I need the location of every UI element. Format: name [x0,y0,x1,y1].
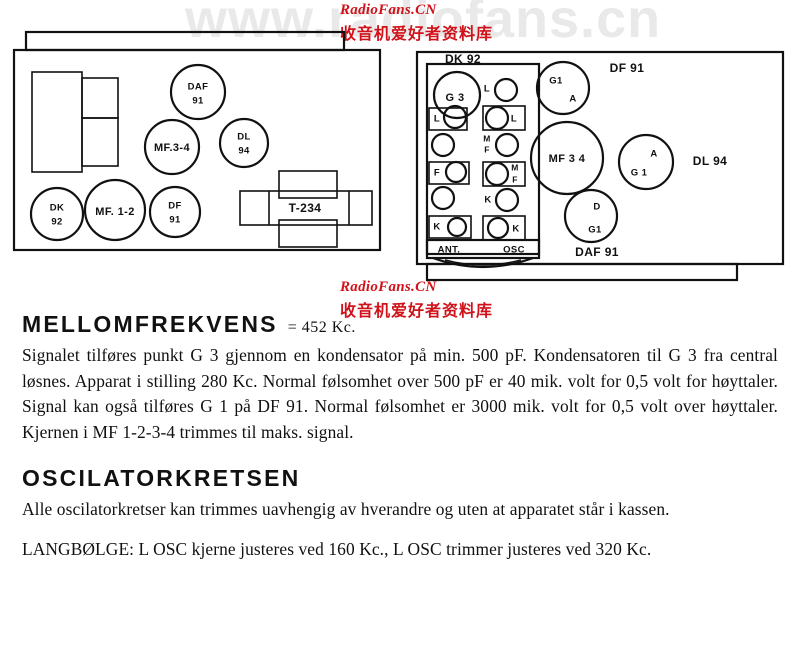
tube-label-DK92: DK 92 [445,52,481,66]
section-mellomfrekvens: MELLOMFREKVENS = 452 Kc. Signalet tilføre… [22,311,778,446]
pin-label-DAF91-G1: G1 [588,225,602,236]
pin-label-MF-upper: M [483,133,490,143]
section-heading-row: OSCILATORKRETSEN [22,464,778,491]
diagram-chassis-top: DAF 91 MF.3-4 DL 94 DK 92 MF. 1-2 DF 91 … [12,30,392,260]
pin-label-F-left: F [434,168,440,179]
component-label: MF 3 4 [549,153,586,165]
pin-label-L-left: L [434,114,440,125]
component-label: 92 [51,217,62,228]
component-label: 91 [192,96,204,107]
pin-label-DL94-A: A [650,149,657,160]
terminal-label-OSC: OSC [503,245,525,256]
pin-label-MF-lower: M [511,162,518,172]
component-MF34-right: MF 3 4 [529,120,605,196]
socket-pin-G3: G 3 [432,70,482,120]
pin-label-DF91-A: A [569,94,576,105]
component-label: MF. 1-2 [95,206,134,218]
pin-label-DAF91-D: D [593,202,600,213]
tube-DL94: A G 1 DL 94 [617,133,727,191]
component-label: DAF [188,82,209,93]
component-label: DK [50,203,65,214]
component-T234: T-234 [239,170,373,248]
section-paragraph: Alle oscilatorkretser kan trimmes uavhen… [22,498,670,519]
text-body: MELLOMFREKVENS = 452 Kc. Signalet tilføre… [22,311,778,576]
section-heading: MELLOMFREKVENS [22,311,278,337]
pin-label-L-right: L [484,84,490,95]
tube-DAF91: D G1 DAF 91 [563,188,619,259]
tube-label-DAF91: DAF 91 [575,245,619,259]
section-oscilatorkretsen: OSCILATORKRETSEN Alle oscilatorkretser k… [22,464,778,523]
diagram-chassis-underside: DK 92 G 3 L F K L L M F M F K K ANT. OSC… [415,50,790,285]
section-heading: OSCILATORKRETSEN [22,464,301,491]
component-MF34: MF.3-4 [143,118,201,176]
tube-label-DL94: DL 94 [693,154,727,168]
document-page: www.radiofans.cn RadioFans.CN 收音机爱好者资料库 … [0,0,800,665]
section-heading-value: = 452 Kc. [287,319,356,336]
section-langbolge: LANGBØLGE: L OSC kjerne justeres ved 160… [22,537,778,563]
section-paragraph: Signalet tilføres punkt G 3 gjennom en k… [22,345,778,443]
component-label: 91 [169,215,181,226]
component-label: T-234 [289,201,322,215]
diagram-area: DAF 91 MF.3-4 DL 94 DK 92 MF. 1-2 DF 91 … [0,0,800,300]
component-label: 94 [238,146,250,157]
tube-DF91: G1 A DF 91 [535,60,645,116]
terminal-label-ANT: ANT. [438,245,461,256]
component-DL94: DL 94 [218,117,270,169]
component-label: DL [237,132,250,143]
component-DAF91: DAF 91 [169,63,227,121]
tube-label-DF91: DF 91 [610,61,645,75]
pin-label-L-right2: L [511,114,517,125]
pin-label-K-right-low: K [512,224,519,235]
pin-label-DL94-G1: G 1 [631,168,648,179]
pin-label-K-right-mid: K [484,195,491,206]
component-label: DF [168,201,181,212]
pin-label: G 3 [446,92,465,104]
component-DK92: DK 92 [29,186,85,242]
pin-label-MF-lower2: F [512,174,518,184]
component-MF12: MF. 1-2 [83,178,147,242]
pin-label-MF-upper2: F [484,144,490,154]
component-label: MF.3-4 [154,142,190,154]
langbolge-text: LANGBØLGE: L OSC kjerne justeres ved 160… [22,538,652,559]
pin-label-DF91-G1: G1 [549,76,563,87]
pin-label-K-left: K [433,222,440,233]
section-heading-row: MELLOMFREKVENS = 452 Kc. [22,311,778,337]
component-DF91: DF 91 [148,185,202,239]
